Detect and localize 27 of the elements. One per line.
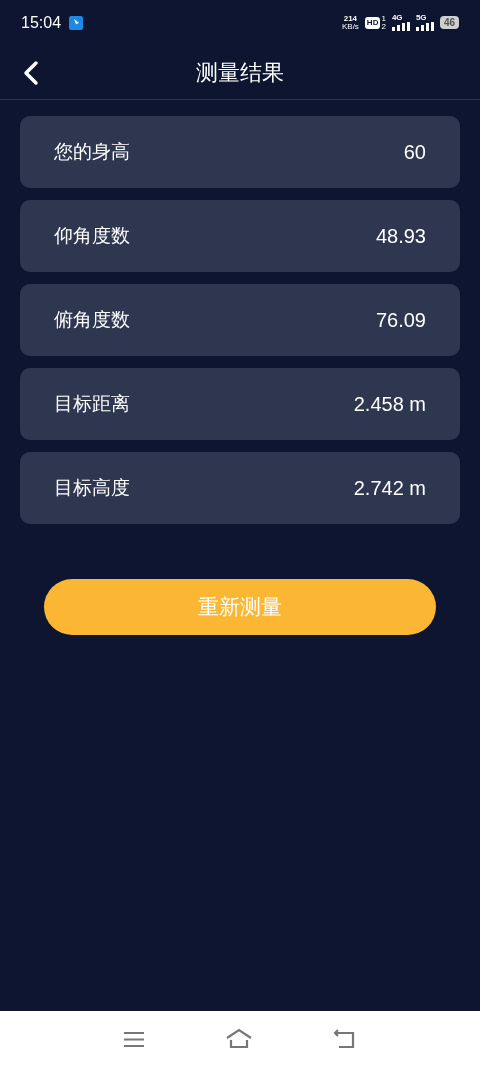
result-value: 76.09 — [375, 308, 426, 333]
result-value: 48.93 — [375, 224, 426, 249]
network-speed: 214 — [343, 14, 358, 23]
sim-number: 2 — [381, 22, 386, 31]
result-label: 俯角度数 — [54, 307, 130, 332]
network-type: 4G — [391, 14, 403, 22]
result-value: 2.458 m — [353, 392, 426, 417]
hd-badge: HD — [364, 16, 381, 29]
result-label: 您的身高 — [54, 139, 130, 164]
signal-icon — [415, 22, 434, 31]
home-icon[interactable] — [225, 1028, 253, 1050]
network-type: 5G — [415, 14, 427, 22]
battery-indicator: 46 — [439, 16, 459, 29]
signal-icon — [391, 22, 410, 31]
back-icon[interactable] — [333, 1028, 357, 1050]
result-label: 仰角度数 — [54, 223, 130, 248]
page-title: 测量结果 — [196, 58, 284, 87]
remeasure-button[interactable]: 重新测量 — [44, 579, 436, 635]
sim-number: 1 — [381, 14, 386, 23]
result-label: 目标高度 — [54, 475, 130, 500]
result-value: 2.742 m — [353, 476, 426, 501]
status-time: 15:04 — [21, 12, 62, 33]
network-speed-unit: KB/s — [341, 22, 359, 31]
result-label: 目标距离 — [54, 391, 130, 416]
result-value: 60 — [403, 140, 426, 165]
menu-icon[interactable] — [123, 1030, 145, 1048]
app-notification-icon — [69, 15, 84, 30]
